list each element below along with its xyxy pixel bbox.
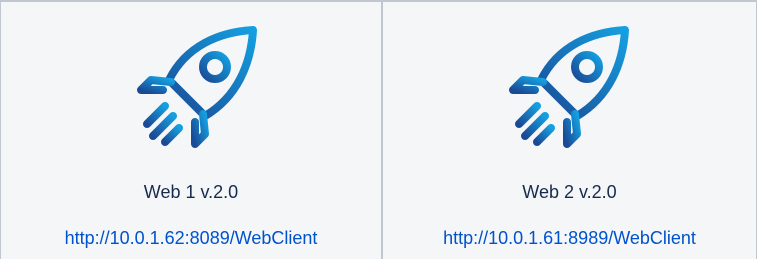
web-client-link[interactable]: http://10.0.1.61:8989/WebClient [383,228,756,249]
rocket-icon [509,26,629,148]
web-client-cards: Web 1 v.2.0 http://10.0.1.62:8089/WebCli… [0,0,757,259]
web-client-card-2: Web 2 v.2.0 http://10.0.1.61:8989/WebCli… [383,0,757,259]
card-title: Web 2 v.2.0 [522,182,617,202]
card-title: Web 1 v.2.0 [143,182,239,202]
web-client-card-1: Web 1 v.2.0 http://10.0.1.62:8089/WebCli… [0,0,383,259]
web-client-link[interactable]: http://10.0.1.62:8089/WebClient [1,228,381,249]
rocket-icon [137,26,257,148]
